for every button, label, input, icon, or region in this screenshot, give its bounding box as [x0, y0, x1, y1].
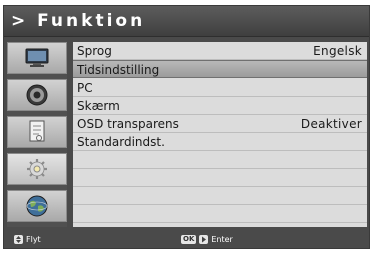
category-sidebar — [7, 42, 67, 227]
document-icon — [29, 120, 45, 142]
menu-row-empty — [73, 151, 367, 169]
menu-row-time-setting[interactable]: Tidsindstilling — [73, 60, 367, 78]
menu-row-empty — [73, 187, 367, 205]
menu-row-label: Standardindst. — [77, 135, 165, 149]
menu-row-pc[interactable]: PC — [73, 79, 367, 97]
speaker-icon — [26, 84, 48, 106]
menu-row-language[interactable]: Sprog Engelsk — [73, 42, 367, 60]
settings-gear-icon — [27, 159, 47, 179]
menu-row-label: Skærm — [77, 99, 120, 113]
ok-button-badge: OK — [181, 235, 197, 244]
menu-row-empty — [73, 169, 367, 187]
menu-row-screen[interactable]: Skærm — [73, 97, 367, 115]
enter-hint: OK Enter — [181, 231, 233, 248]
sidebar-item-function[interactable] — [7, 153, 67, 185]
menu-row-label: Tidsindstilling — [77, 63, 160, 77]
screen: > Funktion Sprog Engelsk Tidsindstilling… — [0, 0, 374, 253]
menu-row-value: Deaktiver — [300, 117, 362, 131]
title-bar: > Funktion — [4, 6, 369, 37]
tv-icon — [25, 48, 49, 67]
sidebar-item-picture[interactable] — [7, 42, 67, 74]
right-arrow-icon — [199, 235, 209, 244]
menu-row-empty — [73, 205, 367, 223]
menu-row-label: OSD transparens — [77, 117, 179, 131]
move-hint: Flyt — [14, 231, 41, 248]
function-menu-panel: > Funktion Sprog Engelsk Tidsindstilling… — [3, 5, 370, 249]
globe-icon — [26, 195, 48, 217]
footer-hints: Flyt OK Enter — [4, 231, 369, 248]
menu-row-reset-defaults[interactable]: Standardindst. — [73, 133, 367, 151]
move-hint-label: Flyt — [26, 235, 41, 244]
menu-row-label: PC — [77, 81, 93, 95]
up-down-arrows-icon — [14, 235, 23, 244]
menu-row-osd-transparency[interactable]: OSD transparens Deaktiver — [73, 115, 367, 133]
menu-row-value: Engelsk — [313, 44, 362, 58]
sidebar-item-document[interactable] — [7, 116, 67, 148]
page-title: > Funktion — [11, 11, 146, 31]
settings-list: Sprog Engelsk Tidsindstilling PC Skærm O… — [73, 42, 367, 227]
sidebar-item-sound[interactable] — [7, 79, 67, 111]
sidebar-item-network[interactable] — [7, 190, 67, 222]
enter-hint-label: Enter — [211, 235, 233, 244]
menu-row-label: Sprog — [77, 44, 112, 58]
